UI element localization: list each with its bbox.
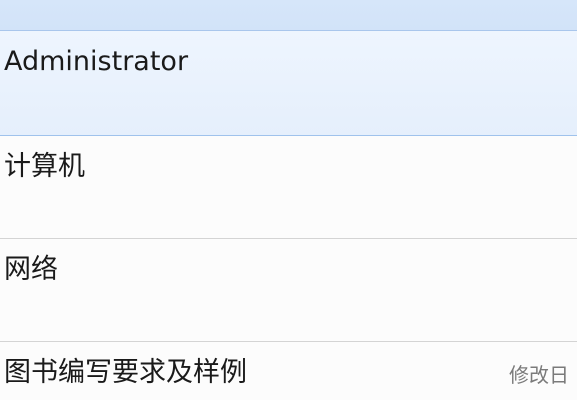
top-highlight-strip (0, 0, 577, 31)
list-item-network[interactable]: 网络 (0, 239, 577, 342)
modified-date-label: 修改日 (509, 363, 569, 387)
list-item-book-requirements[interactable]: 图书编写要求及样例 修改日 (0, 342, 577, 400)
list-item-label: Administrator (4, 46, 189, 77)
list-item-label: 图书编写要求及样例 (4, 357, 247, 388)
list-item-label: 网络 (4, 254, 58, 285)
list-item-computer[interactable]: 计算机 (0, 136, 577, 239)
file-list-view: Administrator 计算机 网络 图书编写要求及样例 修改日 (0, 0, 577, 400)
list-item-administrator[interactable]: Administrator (0, 31, 577, 136)
list-item-label: 计算机 (4, 151, 85, 182)
